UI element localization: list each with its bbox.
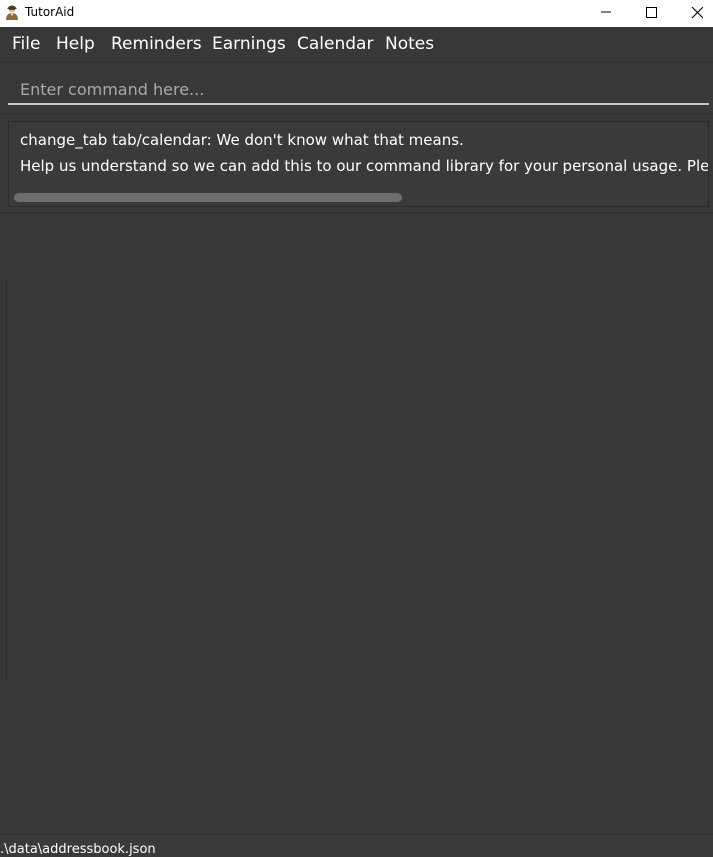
menu-help[interactable]: Help [56, 34, 95, 54]
save-location-path: .\data\addressbook.json [0, 842, 156, 857]
window-title: TutorAid [25, 5, 75, 19]
menu-notes[interactable]: Notes [385, 34, 434, 54]
close-button[interactable] [674, 0, 713, 27]
menu-file[interactable]: File [12, 34, 40, 54]
command-input[interactable] [8, 75, 709, 105]
tutor-avatar-icon [4, 4, 20, 20]
horizontal-scrollbar[interactable] [14, 193, 402, 202]
command-box [0, 63, 713, 114]
maximize-button[interactable] [628, 0, 674, 27]
close-icon [691, 7, 703, 19]
maximize-icon [646, 7, 657, 18]
result-display: change_tab tab/calendar: We don't know w… [8, 121, 709, 207]
app-window: TutorAid File Help Reminders Earnings Ca… [0, 0, 713, 857]
menu-calendar[interactable]: Calendar [297, 34, 373, 54]
menu-reminders[interactable]: Reminders [111, 34, 202, 54]
result-message-line: Help us understand so we can add this to… [20, 157, 709, 175]
menu-earnings[interactable]: Earnings [212, 34, 286, 54]
result-message-line: change_tab tab/calendar: We don't know w… [20, 131, 464, 149]
menu-bar: File Help Reminders Earnings Calendar No… [0, 27, 713, 63]
list-border [6, 278, 7, 680]
main-list-panel [0, 214, 713, 834]
title-bar: TutorAid [0, 0, 713, 27]
status-bar: .\data\addressbook.json [0, 834, 713, 857]
minimize-icon [601, 11, 611, 13]
minimize-button[interactable] [583, 0, 629, 27]
